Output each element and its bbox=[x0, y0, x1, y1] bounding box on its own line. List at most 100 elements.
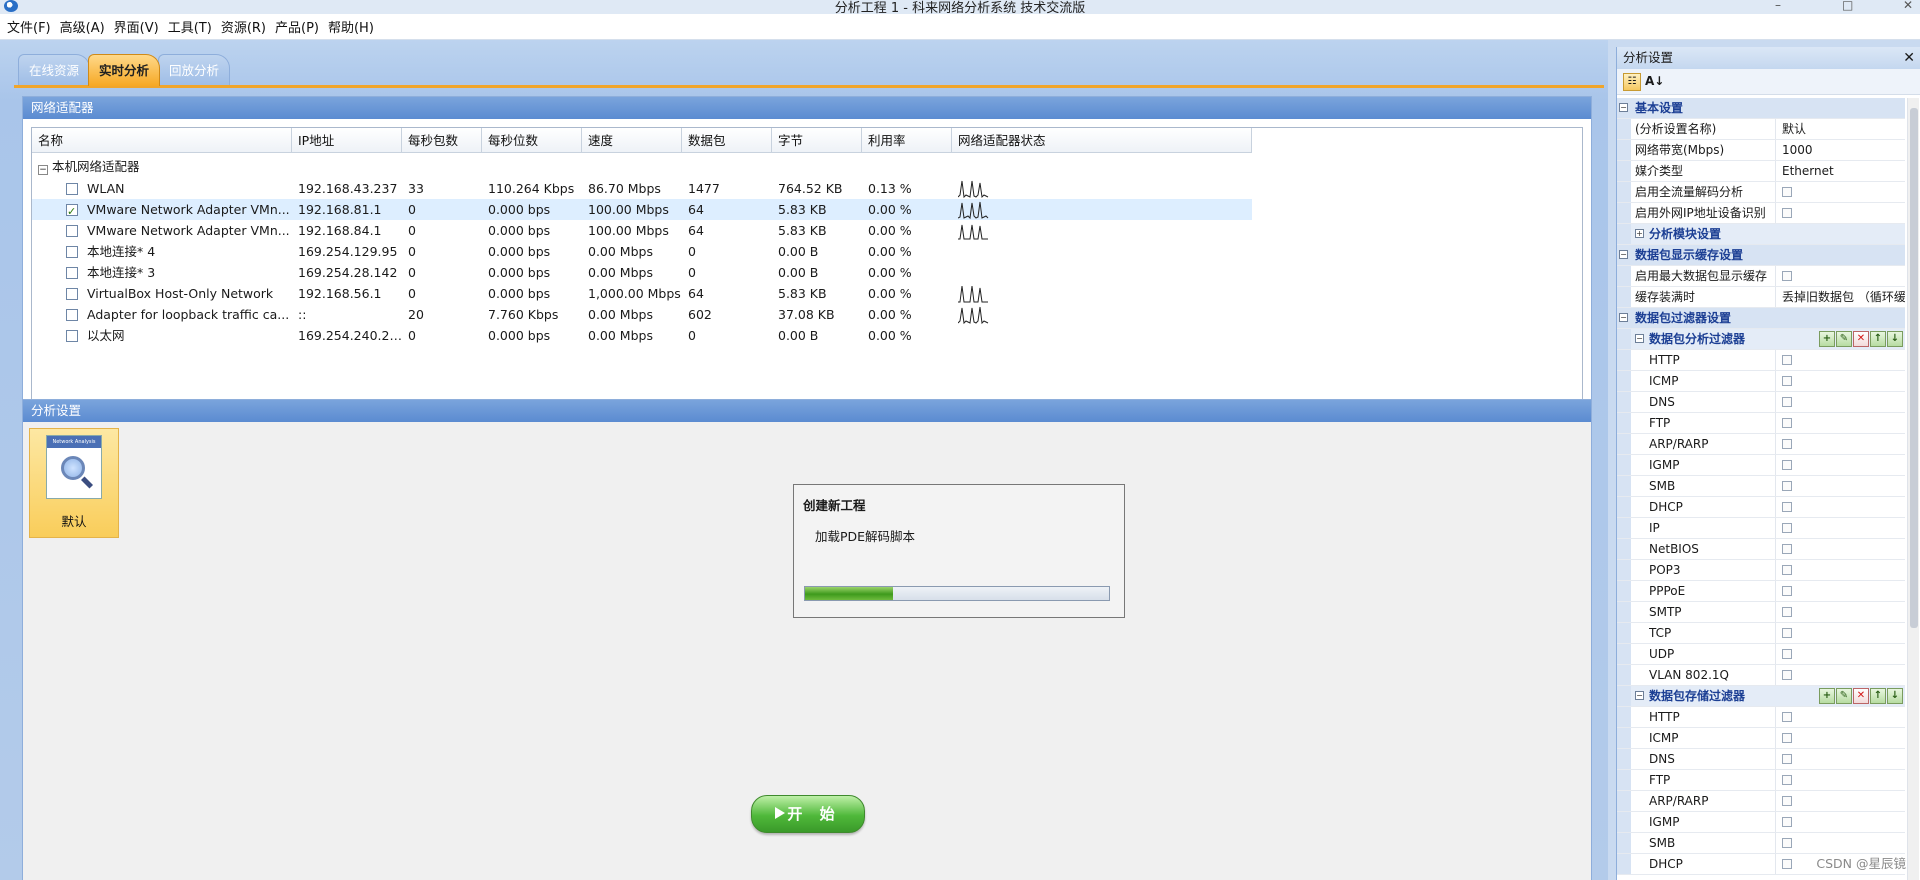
adapter-checkbox[interactable] bbox=[66, 225, 78, 237]
expand-icon[interactable]: + bbox=[1635, 229, 1644, 238]
menu-help[interactable]: 帮助(H) bbox=[325, 17, 380, 36]
edit-filter-icon[interactable]: ✎ bbox=[1836, 331, 1852, 347]
filter-checkbox[interactable] bbox=[1782, 649, 1792, 659]
collapse-icon[interactable]: − bbox=[1619, 313, 1628, 322]
profile-default[interactable]: Network Analysis 默认 bbox=[29, 428, 119, 538]
filter-checkbox[interactable] bbox=[1782, 418, 1792, 428]
menu-advanced[interactable]: 高级(A) bbox=[57, 17, 111, 36]
filter-checkbox[interactable] bbox=[1782, 460, 1792, 470]
col-header-packets[interactable]: 数据包 bbox=[682, 128, 772, 153]
sort-alphabetical-icon[interactable]: A↓ bbox=[1645, 73, 1664, 91]
adapter-checkbox[interactable] bbox=[66, 330, 78, 342]
filter-checkbox[interactable] bbox=[1782, 796, 1792, 806]
filter-checkbox[interactable] bbox=[1782, 712, 1792, 722]
col-header-ip[interactable]: IP地址 bbox=[292, 128, 402, 153]
table-row[interactable]: VMware Network Adapter VMn... 192.168.81.… bbox=[32, 199, 1252, 220]
tab-realtime-analysis[interactable]: 实时分析 bbox=[88, 54, 161, 86]
filter-row[interactable]: ARP/RARP bbox=[1617, 791, 1905, 812]
collapse-icon[interactable]: − bbox=[1619, 103, 1628, 112]
minimize-button[interactable]: – bbox=[1775, 0, 1781, 12]
filter-row[interactable]: IP bbox=[1617, 518, 1905, 539]
filter-row[interactable]: SMB bbox=[1617, 476, 1905, 497]
menu-view[interactable]: 界面(V) bbox=[111, 17, 165, 36]
table-row[interactable]: Adapter for loopback traffic ca...:: 20 7.… bbox=[32, 304, 1252, 325]
delete-filter-icon[interactable]: ✕ bbox=[1853, 688, 1869, 704]
tab-online-resources[interactable]: 在线资源 bbox=[18, 54, 91, 86]
collapse-icon[interactable]: − bbox=[1635, 334, 1644, 343]
scrollbar-thumb[interactable] bbox=[1910, 108, 1918, 628]
col-header-status[interactable]: 网络适配器状态 bbox=[952, 128, 1252, 153]
adapter-checkbox[interactable] bbox=[66, 183, 78, 195]
property-row[interactable]: 网络带宽(Mbps) 1000 bbox=[1617, 140, 1905, 161]
property-checkbox[interactable] bbox=[1782, 187, 1792, 197]
property-checkbox[interactable] bbox=[1782, 208, 1792, 218]
filter-row[interactable]: FTP bbox=[1617, 413, 1905, 434]
filter-row[interactable]: UDP bbox=[1617, 644, 1905, 665]
table-row[interactable]: 本地连接* 4 169.254.129.95 0 0.000 bps 0.00 Mbps… bbox=[32, 241, 1252, 262]
categorized-view-icon[interactable]: ☷ bbox=[1623, 73, 1641, 91]
filter-row[interactable]: IGMP bbox=[1617, 455, 1905, 476]
filter-checkbox[interactable] bbox=[1782, 607, 1792, 617]
filter-row[interactable]: POP3 bbox=[1617, 560, 1905, 581]
filter-checkbox[interactable] bbox=[1782, 817, 1792, 827]
cell-name[interactable]: WLAN bbox=[32, 178, 292, 199]
delete-filter-icon[interactable]: ✕ bbox=[1853, 331, 1869, 347]
filter-checkbox[interactable] bbox=[1782, 502, 1792, 512]
table-row[interactable]: 以太网 169.254.240.221 0 0.000 bps 0.00 Mbps 0 0.… bbox=[32, 325, 1252, 346]
filter-checkbox[interactable] bbox=[1782, 670, 1792, 680]
adapter-checkbox[interactable] bbox=[66, 267, 78, 279]
adapter-checkbox[interactable] bbox=[66, 309, 78, 321]
filter-checkbox[interactable] bbox=[1782, 754, 1792, 764]
add-filter-icon[interactable]: + bbox=[1819, 688, 1835, 704]
export-filter-icon[interactable]: ↓ bbox=[1887, 688, 1903, 704]
filter-row[interactable]: DHCP bbox=[1617, 497, 1905, 518]
filter-row[interactable]: PPPoE bbox=[1617, 581, 1905, 602]
close-icon[interactable]: ✕ bbox=[1903, 47, 1915, 69]
filter-row[interactable]: ICMP bbox=[1617, 728, 1905, 749]
col-header-utilization[interactable]: 利用率 bbox=[862, 128, 952, 153]
property-row[interactable]: (分析设置名称) 默认 bbox=[1617, 119, 1905, 140]
cell-name[interactable]: Adapter for loopback traffic ca... bbox=[32, 304, 292, 325]
property-row[interactable]: 启用全流量解码分析 bbox=[1617, 182, 1905, 203]
menu-tools[interactable]: 工具(T) bbox=[165, 17, 218, 36]
collapse-icon[interactable]: − bbox=[1635, 691, 1644, 700]
filter-checkbox[interactable] bbox=[1782, 376, 1792, 386]
subcategory-storage-filter[interactable]: − 数据包存储过滤器 + ✎ ✕ ↑ ↓ bbox=[1617, 686, 1905, 707]
col-header-speed[interactable]: 速度 bbox=[582, 128, 682, 153]
collapse-icon[interactable]: − bbox=[38, 165, 48, 175]
adapter-checkbox[interactable] bbox=[66, 288, 78, 300]
property-checkbox[interactable] bbox=[1782, 271, 1792, 281]
filter-row[interactable]: HTTP bbox=[1617, 707, 1905, 728]
collapse-icon[interactable]: − bbox=[1619, 250, 1628, 259]
filter-row[interactable]: ICMP bbox=[1617, 371, 1905, 392]
property-row[interactable]: 启用外网IP地址设备识别 bbox=[1617, 203, 1905, 224]
filter-checkbox[interactable] bbox=[1782, 838, 1792, 848]
menu-file[interactable]: 文件(F) bbox=[4, 17, 57, 36]
cell-name[interactable]: 本地连接* 4 bbox=[32, 241, 292, 262]
col-header-bps[interactable]: 每秒位数 bbox=[482, 128, 582, 153]
property-row[interactable]: 媒介类型 Ethernet bbox=[1617, 161, 1905, 182]
category-packet-cache[interactable]: − 数据包显示缓存设置 bbox=[1617, 245, 1905, 266]
maximize-button[interactable]: □ bbox=[1842, 0, 1853, 12]
filter-row[interactable]: DNS bbox=[1617, 392, 1905, 413]
filter-row[interactable]: DNS bbox=[1617, 749, 1905, 770]
close-window-button[interactable]: ✕ bbox=[1903, 0, 1913, 12]
filter-checkbox[interactable] bbox=[1782, 439, 1792, 449]
adapter-checkbox[interactable] bbox=[66, 201, 78, 220]
filter-row[interactable]: HTTP bbox=[1617, 350, 1905, 371]
filter-checkbox[interactable] bbox=[1782, 523, 1792, 533]
col-header-name[interactable]: 名称 bbox=[32, 128, 292, 153]
adapter-checkbox[interactable] bbox=[66, 246, 78, 258]
category-packet-filters[interactable]: − 数据包过滤器设置 bbox=[1617, 308, 1905, 329]
filter-checkbox[interactable] bbox=[1782, 775, 1792, 785]
table-row[interactable]: 本地连接* 3 169.254.28.142 0 0.000 bps 0.00 Mbps… bbox=[32, 262, 1252, 283]
filter-checkbox[interactable] bbox=[1782, 565, 1792, 575]
filter-checkbox[interactable] bbox=[1782, 397, 1792, 407]
filter-row[interactable]: TCP bbox=[1617, 623, 1905, 644]
filter-row[interactable]: VLAN 802.1Q bbox=[1617, 665, 1905, 686]
filter-row[interactable]: SMTP bbox=[1617, 602, 1905, 623]
edit-filter-icon[interactable]: ✎ bbox=[1836, 688, 1852, 704]
cell-name[interactable]: VMware Network Adapter VMn... bbox=[32, 199, 292, 220]
filter-checkbox[interactable] bbox=[1782, 586, 1792, 596]
import-filter-icon[interactable]: ↑ bbox=[1870, 688, 1886, 704]
